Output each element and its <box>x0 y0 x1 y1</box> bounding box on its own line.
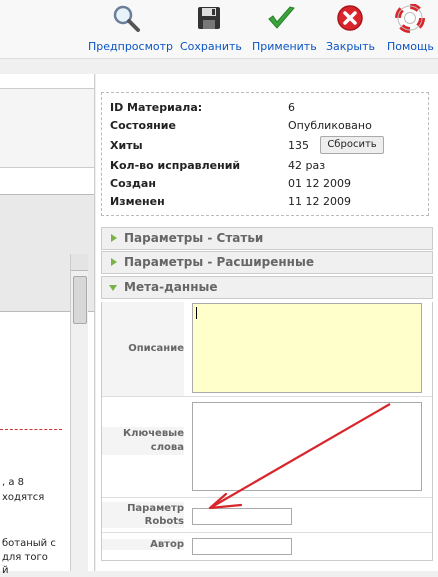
save-label: Сохранить <box>180 40 242 53</box>
id-label: ID Материала: <box>110 101 203 114</box>
keywords-textarea[interactable] <box>192 402 422 491</box>
help-button[interactable]: Помощь <box>387 3 434 53</box>
save-button[interactable]: Сохранить <box>180 4 242 53</box>
left-header-box <box>0 88 94 168</box>
panel-metadata-title: Мета-данные <box>124 280 218 294</box>
save-disk-icon <box>194 4 224 34</box>
panel-advanced-params-title: Параметры - Расширенные <box>124 255 314 269</box>
robots-input[interactable] <box>192 508 292 525</box>
metadata-form: Описание Ключевые слова Параметр Robots … <box>101 302 433 561</box>
meta-row-keywords: Ключевые слова <box>102 397 432 498</box>
modified-label: Изменен <box>110 195 165 208</box>
help-label: Помощь <box>387 40 434 53</box>
description-textarea[interactable] <box>192 303 422 393</box>
close-label: Закрыть <box>326 40 375 53</box>
reset-hits-button[interactable]: Сбросить <box>320 136 384 154</box>
editor-text-line: ходятся <box>2 492 45 503</box>
author-label: Автор <box>102 539 184 550</box>
panel-metadata[interactable]: Мета-данные <box>101 276 433 299</box>
meta-row-description: Описание <box>102 302 432 397</box>
editor-text-line: ботаный с <box>2 538 56 549</box>
help-lifebuoy-icon <box>395 3 425 34</box>
editor-red-dashed-line <box>0 429 62 430</box>
meta-row-author: Автор <box>102 533 432 559</box>
scroll-thumb[interactable] <box>73 276 87 324</box>
expand-triangle-icon <box>111 234 117 242</box>
modified-value: 11 12 2009 <box>288 195 351 208</box>
created-value: 01 12 2009 <box>288 177 351 190</box>
editor-scrollbar[interactable] <box>70 254 88 571</box>
panel-article-params[interactable]: Параметры - Статьи <box>101 227 433 250</box>
apply-button[interactable]: Применить <box>252 4 317 53</box>
right-sidebar: ID Материала: 6 Состояние Опубликовано Х… <box>96 74 438 571</box>
revisions-label: Кол-во исправлений <box>110 159 241 172</box>
panel-advanced-params[interactable]: Параметры - Расширенные <box>101 251 433 274</box>
created-label: Создан <box>110 177 156 190</box>
meta-row-robots: Параметр Robots <box>102 498 432 533</box>
apply-check-icon <box>266 4 296 34</box>
article-info-box: ID Материала: 6 Состояние Опубликовано Х… <box>101 92 429 216</box>
state-label: Состояние <box>110 119 176 132</box>
toolbar: Предпросмотр Сохранить Применить Закрыть… <box>0 0 438 59</box>
text-cursor <box>196 307 197 319</box>
panel-article-params-title: Параметры - Статьи <box>124 231 264 245</box>
editor-text-line: для того <box>2 552 48 563</box>
keywords-label: Ключевые слова <box>102 427 184 455</box>
scroll-up-arrow-icon[interactable] <box>71 254 88 271</box>
description-label: Описание <box>102 302 184 396</box>
apply-label: Применить <box>252 40 317 53</box>
preview-label: Предпросмотр <box>88 40 173 53</box>
expand-triangle-icon <box>111 258 117 266</box>
collapse-triangle-icon <box>109 285 117 291</box>
close-button[interactable]: Закрыть <box>326 4 375 53</box>
close-x-icon <box>335 4 365 34</box>
revisions-value: 42 раз <box>288 159 326 172</box>
editor-text-line: , а 8 <box>2 477 25 488</box>
hits-label: Хиты <box>110 139 143 152</box>
id-value: 6 <box>288 101 295 114</box>
preview-button[interactable]: Предпросмотр <box>88 4 173 53</box>
robots-label: Параметр Robots <box>102 502 184 528</box>
author-input[interactable] <box>192 538 292 555</box>
hits-value: 135 <box>288 139 309 152</box>
state-value: Опубликовано <box>288 119 372 132</box>
preview-magnifier-icon <box>111 4 141 34</box>
